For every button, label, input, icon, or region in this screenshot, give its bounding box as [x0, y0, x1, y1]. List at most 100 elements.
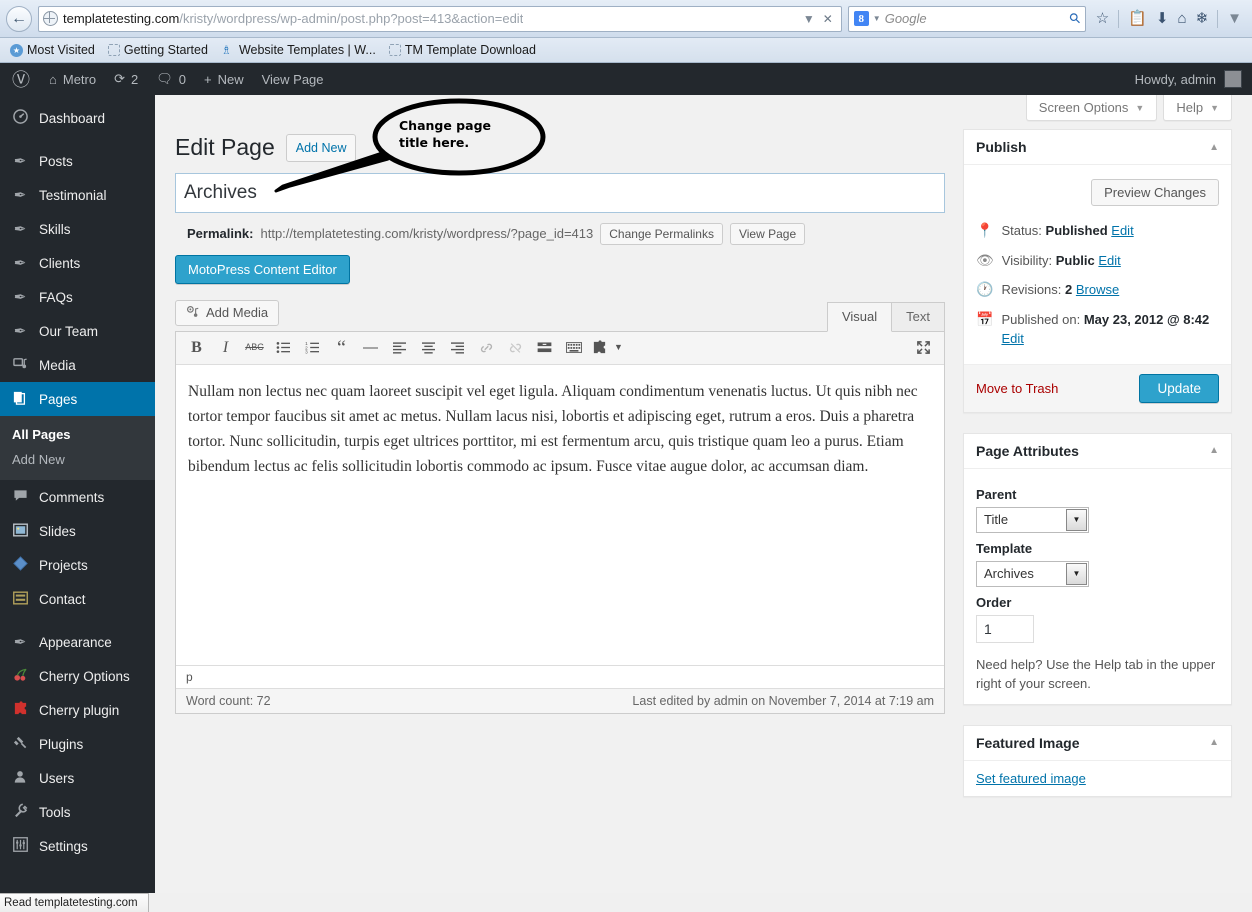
blockquote-icon[interactable]: “: [328, 336, 355, 359]
sidebar-item-media[interactable]: Media: [0, 348, 155, 382]
sidebar-item-clients[interactable]: ✒ Clients: [0, 246, 155, 280]
bookmark-getting-started[interactable]: Getting Started: [104, 41, 212, 59]
reading-list-icon[interactable]: 📋: [1128, 11, 1147, 26]
align-center-icon[interactable]: [415, 336, 442, 359]
permalink-url[interactable]: http://templatetesting.com/kristy/wordpr…: [260, 226, 593, 241]
adminbar-new[interactable]: + New: [195, 63, 253, 95]
sidebar-item-cherry-plugin[interactable]: Cherry plugin: [0, 693, 155, 727]
website-templates-icon: ♗: [220, 42, 232, 57]
pin-icon: ✒: [13, 220, 27, 238]
sidebar-item-testimonial[interactable]: ✒ Testimonial: [0, 178, 155, 212]
editor-content-body[interactable]: Nullam non lectus nec quam laoreet susci…: [176, 365, 944, 665]
fullscreen-icon[interactable]: [910, 336, 937, 359]
preview-changes-button[interactable]: Preview Changes: [1091, 179, 1219, 206]
close-icon[interactable]: ✕: [823, 12, 833, 26]
set-featured-image-link[interactable]: Set featured image: [976, 771, 1086, 786]
chevron-up-icon[interactable]: ▲: [1209, 445, 1219, 456]
chevron-down-icon[interactable]: ▼: [1066, 562, 1087, 585]
sidebar-item-slides[interactable]: Slides: [0, 514, 155, 548]
addons-icon[interactable]: ❄: [1196, 11, 1209, 26]
sidebar-item-plugins[interactable]: Plugins: [0, 727, 155, 761]
star-icon[interactable]: ☆: [1096, 11, 1109, 26]
help-button[interactable]: Help ▼: [1163, 95, 1232, 121]
bold-icon[interactable]: B: [183, 336, 210, 359]
align-left-icon[interactable]: [386, 336, 413, 359]
visibility-edit-link[interactable]: Edit: [1098, 253, 1120, 268]
adminbar-site-name[interactable]: ⌂ Metro: [40, 63, 105, 95]
strikethrough-icon[interactable]: ABC: [241, 336, 268, 359]
sidebar-item-faqs[interactable]: ✒ FAQs: [0, 280, 155, 314]
add-media-button[interactable]: Add Media: [175, 299, 280, 326]
adminbar-updates[interactable]: ⟳ 2: [105, 63, 147, 95]
sidebar-item-our-team[interactable]: ✒ Our Team: [0, 314, 155, 348]
update-button[interactable]: Update: [1139, 373, 1219, 403]
add-new-button[interactable]: Add New: [285, 133, 357, 162]
chevron-down-icon[interactable]: ▼: [803, 12, 815, 26]
sidebar-item-settings[interactable]: Settings: [0, 829, 155, 863]
align-right-icon[interactable]: [444, 336, 471, 359]
media-icon: [10, 356, 30, 374]
chevron-up-icon[interactable]: ▲: [1209, 737, 1219, 748]
adminbar-comments[interactable]: 🗨 0: [147, 63, 195, 95]
sidebar-item-dashboard[interactable]: Dashboard: [0, 101, 155, 135]
change-permalinks-button[interactable]: Change Permalinks: [600, 222, 723, 245]
updates-icon: ⟳: [114, 71, 125, 86]
sidebar-item-skills[interactable]: ✒ Skills: [0, 212, 155, 246]
numbered-list-icon[interactable]: 123: [299, 336, 326, 359]
magnifier-icon[interactable]: ⚲: [1065, 9, 1084, 28]
bulleted-list-icon[interactable]: [270, 336, 297, 359]
adminbar-view-page[interactable]: View Page: [253, 63, 333, 95]
motopress-content-editor-button[interactable]: MotoPress Content Editor: [175, 254, 350, 284]
order-input[interactable]: [976, 614, 1034, 643]
downloads-icon[interactable]: ⬇: [1156, 11, 1169, 26]
browser-search-box[interactable]: 8 ▼ Google ⚲: [847, 5, 1086, 32]
bookmark-most-visited[interactable]: ★ Most Visited: [6, 41, 99, 59]
horizontal-rule-icon[interactable]: —: [357, 336, 384, 359]
bookmark-tm-template-download[interactable]: TM Template Download: [385, 41, 540, 59]
back-arrow-icon[interactable]: ←: [6, 5, 32, 32]
wordpress-logo-icon[interactable]: Ⓥ: [8, 63, 40, 95]
add-shortcode-icon[interactable]: [589, 336, 609, 359]
bookmark-website-templates[interactable]: ♗ Website Templates | W...: [217, 41, 380, 59]
sidebar-item-add-new[interactable]: Add New: [0, 447, 155, 472]
screen-options-button[interactable]: Screen Options ▼: [1025, 95, 1158, 121]
chevron-down-icon: ▼: [1210, 102, 1219, 113]
status-edit-link[interactable]: Edit: [1111, 223, 1133, 238]
italic-icon[interactable]: I: [212, 336, 239, 359]
address-bar[interactable]: templatetesting.com/kristy/wordpress/wp-…: [38, 5, 842, 32]
sidebar-item-contact[interactable]: Contact: [0, 582, 155, 616]
move-to-trash-link[interactable]: Move to Trash: [976, 381, 1058, 396]
visibility-text: Visibility: Public Edit: [1002, 251, 1121, 271]
template-select[interactable]: Archives ▼: [976, 560, 1089, 587]
parent-select[interactable]: Title ▼: [976, 506, 1089, 533]
toolbar-toggle-icon[interactable]: [560, 336, 587, 359]
page-title-input[interactable]: [175, 172, 945, 213]
howdy-label[interactable]: Howdy, admin: [1135, 72, 1216, 87]
tab-visual[interactable]: Visual: [826, 301, 893, 332]
sidebar-item-users[interactable]: Users: [0, 761, 155, 795]
avatar[interactable]: [1224, 70, 1242, 88]
sidebar-item-cherry-options[interactable]: Cherry Options: [0, 659, 155, 693]
read-more-icon[interactable]: [531, 336, 558, 359]
sidebar-item-posts[interactable]: ✒ Posts: [0, 144, 155, 178]
chevron-down-icon[interactable]: ▼: [1066, 508, 1087, 531]
chevron-down-icon[interactable]: ▼: [873, 14, 881, 23]
shortcode-dropdown-icon[interactable]: ▼: [611, 336, 626, 359]
sidebar-item-appearance[interactable]: ✒ Appearance: [0, 625, 155, 659]
sidebar-item-tools[interactable]: Tools: [0, 795, 155, 829]
home-icon[interactable]: ⌂: [1178, 11, 1187, 26]
publish-visibility-row: 👁 Visibility: Public Edit: [976, 246, 1219, 276]
sidebar-item-projects[interactable]: Projects: [0, 548, 155, 582]
sidebar-item-pages[interactable]: Pages: [0, 382, 155, 416]
last-edited: Last edited by admin on November 7, 2014…: [632, 693, 934, 708]
revisions-browse-link[interactable]: Browse: [1076, 282, 1119, 297]
insert-link-icon[interactable]: [473, 336, 500, 359]
sidebar-item-all-pages[interactable]: All Pages: [0, 422, 155, 447]
tab-text[interactable]: Text: [892, 301, 945, 332]
published-edit-link[interactable]: Edit: [1001, 331, 1023, 346]
view-page-button[interactable]: View Page: [729, 222, 806, 245]
chevron-up-icon[interactable]: ▲: [1209, 142, 1219, 153]
overflow-chevron-icon[interactable]: ▼: [1227, 11, 1242, 26]
sidebar-item-comments[interactable]: Comments: [0, 480, 155, 514]
unlink-icon[interactable]: [502, 336, 529, 359]
